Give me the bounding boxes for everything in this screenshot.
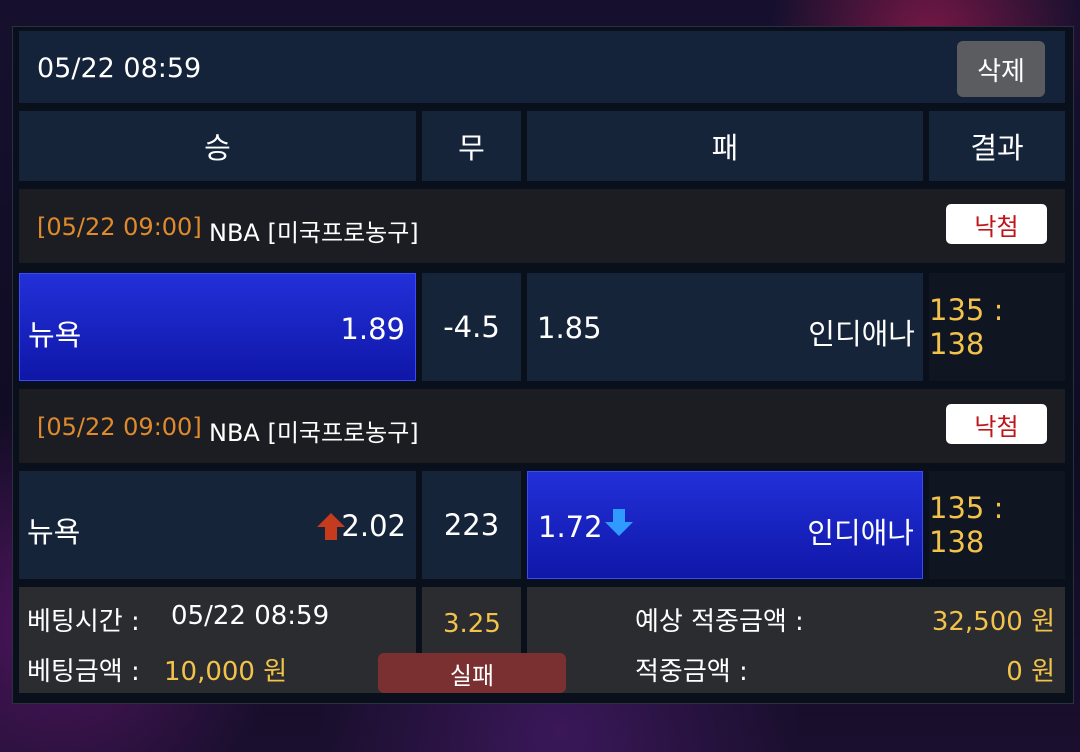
expected-amount-value: 32,500 원 bbox=[931, 607, 1055, 637]
column-header-lose-label: 패 bbox=[711, 131, 739, 165]
home-odds-cell[interactable]: 뉴욕 1.89 bbox=[19, 273, 416, 381]
away-team: 인디애나 bbox=[807, 516, 914, 550]
score-cell: 135 : 138 bbox=[929, 273, 1065, 381]
home-odds: 2.02 bbox=[341, 509, 406, 543]
column-header-draw-label: 무 bbox=[458, 131, 485, 165]
away-team: 인디애나 bbox=[808, 317, 915, 351]
bet-amount-value: 10,000 원 bbox=[164, 657, 288, 687]
away-odds-cell[interactable]: 1.85 인디애나 bbox=[527, 273, 923, 381]
column-header-win: 승 bbox=[19, 111, 416, 181]
status-badge: 낙첨 bbox=[946, 204, 1047, 244]
bet-time-value: 05/22 08:59 bbox=[171, 601, 330, 631]
handicap-value: -4.5 bbox=[443, 310, 500, 344]
handicap-cell[interactable]: 223 bbox=[422, 471, 521, 579]
away-odds: 1.85 bbox=[537, 311, 602, 345]
fail-badge-label: 실패 bbox=[449, 661, 495, 690]
home-team: 뉴욕 bbox=[28, 318, 82, 352]
game-info-row: [05/22 09:00] NBA [미국프로농구] 낙첨 bbox=[19, 189, 1065, 263]
bet-summary-left: 베팅시간 : 05/22 08:59 베팅금액 : 10,000 원 bbox=[19, 587, 416, 693]
game-info-row: [05/22 09:00] NBA [미국프로농구] 낙첨 bbox=[19, 389, 1065, 463]
fail-badge: 실패 bbox=[378, 653, 566, 693]
game-league: NBA [미국프로농구] bbox=[209, 419, 419, 447]
handicap-value: 223 bbox=[443, 508, 500, 542]
column-header-lose: 패 bbox=[527, 111, 923, 181]
away-odds: 1.72 bbox=[538, 510, 603, 544]
bet-timestamp: 05/22 08:59 bbox=[37, 53, 202, 84]
bet-header: 05/22 08:59 삭제 bbox=[19, 31, 1065, 103]
column-header-draw: 무 bbox=[422, 111, 521, 181]
game-league: NBA [미국프로농구] bbox=[209, 219, 419, 247]
down-arrow-icon bbox=[604, 508, 634, 538]
home-team: 뉴욕 bbox=[27, 515, 81, 549]
home-odds: 1.89 bbox=[340, 312, 405, 346]
bet-time-label: 베팅시간 : bbox=[27, 607, 140, 637]
score-value: 135 : 138 bbox=[929, 491, 1004, 559]
delete-button[interactable]: 삭제 bbox=[957, 41, 1045, 97]
score-value: 135 : 138 bbox=[929, 293, 1004, 361]
column-header-result-label: 결과 bbox=[970, 131, 1024, 165]
win-amount-value: 0 원 bbox=[1006, 657, 1055, 687]
win-amount-label: 적중금액 : bbox=[635, 657, 748, 687]
bet-summary-right: 예상 적중금액 : 32,500 원 적중금액 : 0 원 bbox=[527, 587, 1065, 693]
expected-amount-label: 예상 적중금액 : bbox=[635, 607, 804, 637]
handicap-cell[interactable]: -4.5 bbox=[422, 273, 521, 381]
total-odds-value: 3.25 bbox=[443, 609, 501, 639]
game-time: [05/22 09:00] bbox=[37, 213, 202, 241]
column-header-win-label: 승 bbox=[204, 131, 231, 165]
score-cell: 135 : 138 bbox=[929, 471, 1065, 579]
home-odds-cell[interactable]: 뉴욕 2.02 bbox=[19, 471, 416, 579]
game-time: [05/22 09:00] bbox=[37, 413, 202, 441]
status-badge: 낙첨 bbox=[946, 404, 1047, 444]
bet-amount-label: 베팅금액 : bbox=[27, 657, 140, 687]
bet-slip-panel: 05/22 08:59 삭제 승 무 패 결과 [05/22 09:00] NB… bbox=[12, 26, 1074, 704]
column-header-result: 결과 bbox=[929, 111, 1065, 181]
away-odds-cell[interactable]: 1.72 인디애나 bbox=[527, 471, 923, 579]
